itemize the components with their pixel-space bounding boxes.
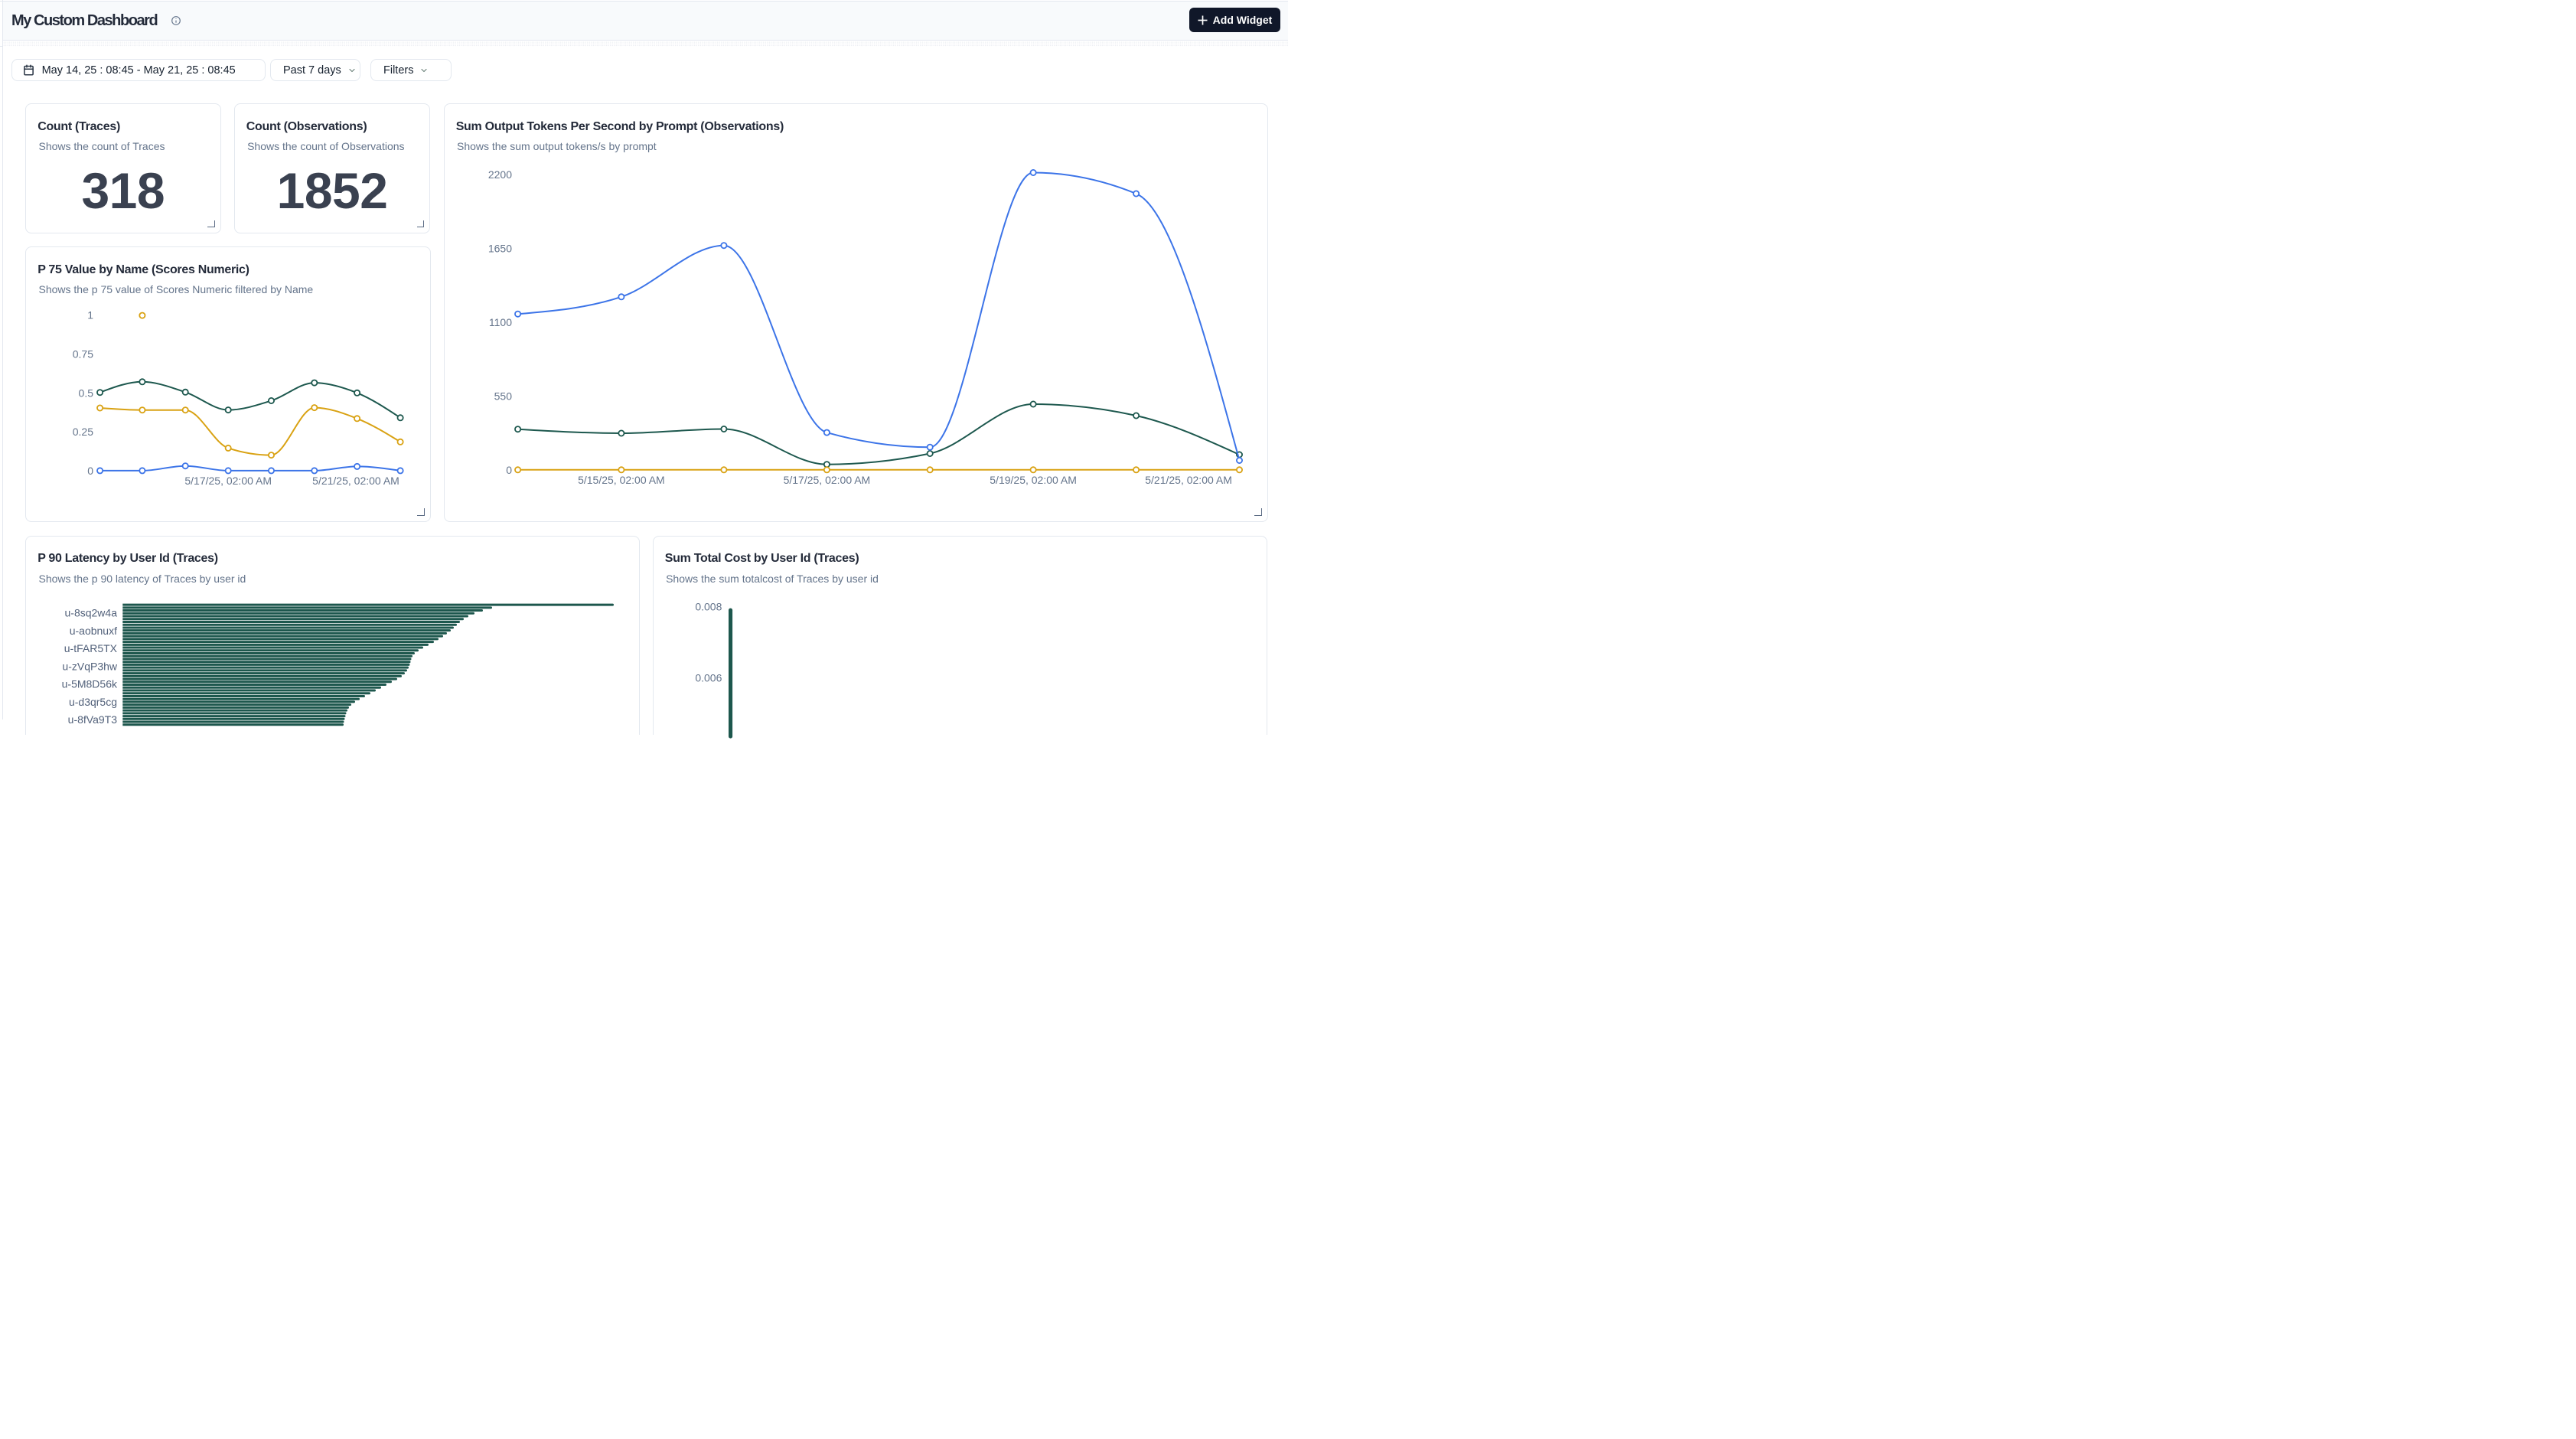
- svg-text:0: 0: [506, 464, 512, 476]
- svg-text:u-tFAR5TX: u-tFAR5TX: [64, 642, 118, 654]
- svg-text:u-5M8D56k: u-5M8D56k: [62, 677, 118, 690]
- svg-text:0.008: 0.008: [695, 600, 722, 612]
- svg-text:2200: 2200: [487, 168, 511, 181]
- svg-text:5/17/25, 02:00 AM: 5/17/25, 02:00 AM: [783, 474, 870, 486]
- svg-text:5/17/25, 02:00 AM: 5/17/25, 02:00 AM: [184, 475, 272, 487]
- svg-text:0.25: 0.25: [73, 426, 93, 438]
- svg-text:5/15/25, 02:00 AM: 5/15/25, 02:00 AM: [578, 474, 665, 486]
- svg-text:5/21/25, 02:00 AM: 5/21/25, 02:00 AM: [1145, 474, 1232, 486]
- svg-text:u-8sq2w4a: u-8sq2w4a: [65, 606, 118, 618]
- svg-text:0: 0: [87, 465, 93, 477]
- svg-text:550: 550: [494, 390, 512, 402]
- svg-text:u-aobnuxf: u-aobnuxf: [70, 624, 117, 636]
- svg-text:5/21/25, 02:00 AM: 5/21/25, 02:00 AM: [312, 475, 399, 487]
- svg-text:1650: 1650: [487, 242, 511, 254]
- svg-text:0.75: 0.75: [73, 348, 93, 361]
- svg-text:1: 1: [87, 309, 93, 321]
- svg-text:u-zVqP3hw: u-zVqP3hw: [62, 660, 117, 672]
- svg-text:0.006: 0.006: [695, 671, 722, 684]
- svg-text:5/19/25, 02:00 AM: 5/19/25, 02:00 AM: [990, 474, 1077, 486]
- svg-text:u-d3qr5cg: u-d3qr5cg: [69, 695, 117, 707]
- svg-text:u-8fVa9T3: u-8fVa9T3: [68, 713, 118, 726]
- svg-text:0.5: 0.5: [79, 387, 94, 399]
- svg-text:1100: 1100: [488, 316, 511, 328]
